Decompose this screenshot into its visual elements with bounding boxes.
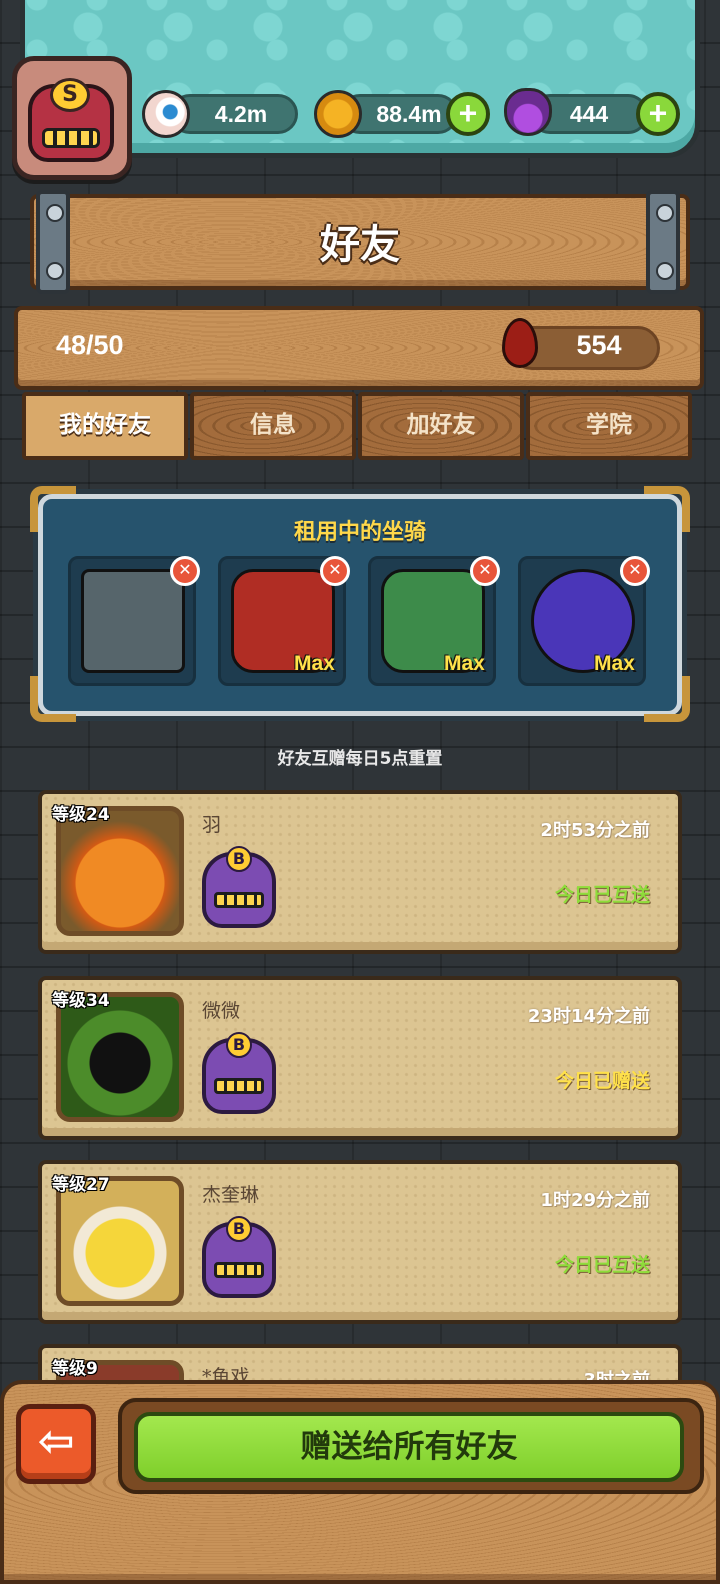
badge-teeth (214, 1078, 264, 1094)
eyeball-icon (142, 90, 190, 138)
avatar-rank-badge: S (50, 78, 90, 112)
tab-my-friends[interactable]: 我的好友 (22, 392, 188, 460)
mount-max-label: Max (444, 652, 485, 675)
friend-name: 羽 (202, 814, 222, 836)
coins-value: 88.4m (376, 101, 442, 127)
add-potions-button[interactable]: + (636, 92, 680, 136)
reset-note: 好友互赠每日5点重置 (277, 749, 443, 769)
rank-badge: B (226, 846, 252, 872)
tab-add-friend[interactable]: 加好友 (358, 392, 524, 460)
mount-max-label: Max (594, 652, 635, 675)
gift-status: 今日已互送 (554, 884, 650, 906)
page-title: 好友 (320, 222, 400, 268)
panel-corner (644, 676, 690, 722)
close-icon[interactable]: ✕ (320, 556, 350, 586)
badge-teeth (214, 1262, 264, 1278)
tab-messages[interactable]: 信息 (190, 392, 356, 460)
friend-count: 48/50 (56, 330, 124, 360)
soot-sprite-avatar-icon (56, 992, 184, 1122)
avatar-teeth (42, 128, 100, 148)
badge-teeth (214, 892, 264, 908)
potion-icon (504, 88, 552, 136)
send-to-all-friends-button[interactable]: 赠送给所有好友 (134, 1412, 684, 1482)
friend-level: 等级27 (52, 1175, 110, 1195)
gift-status: 今日已互送 (554, 1254, 650, 1276)
blood-value: 554 (576, 330, 622, 360)
last-online-time: 2时53分之前 (540, 820, 650, 841)
close-icon[interactable]: ✕ (620, 556, 650, 586)
close-icon[interactable]: ✕ (470, 556, 500, 586)
tab-academy[interactable]: 学院 (526, 392, 692, 460)
add-coins-button[interactable]: + (446, 92, 490, 136)
rank-badge: B (226, 1032, 252, 1058)
panel-corner (30, 676, 76, 722)
back-arrow-icon[interactable]: ⇦ (16, 1404, 96, 1484)
pumpkin-avatar-icon (56, 806, 184, 936)
hatching-chick-avatar-icon (56, 1176, 184, 1306)
gift-status: 今日已赠送 (554, 1070, 650, 1092)
friend-name: 微微 (202, 1000, 241, 1022)
friend-level: 等级9 (52, 1359, 98, 1379)
coin-icon (314, 90, 362, 138)
friend-level: 等级24 (52, 805, 110, 825)
last-online-time: 1时29分之前 (540, 1190, 650, 1211)
rented-mounts-title: 租用中的坐骑 (293, 520, 426, 545)
friend-level: 等级34 (52, 991, 110, 1011)
friend-name: 杰奎琳 (202, 1184, 260, 1206)
mount-max-label: Max (294, 652, 335, 675)
rank-badge: B (226, 1216, 252, 1242)
close-icon[interactable]: ✕ (170, 556, 200, 586)
potions-value: 444 (569, 101, 609, 127)
last-online-time: 23时14分之前 (527, 1006, 650, 1027)
mechanical-skull-mount-icon (81, 569, 185, 673)
eyes-value: 4.2m (214, 101, 268, 127)
